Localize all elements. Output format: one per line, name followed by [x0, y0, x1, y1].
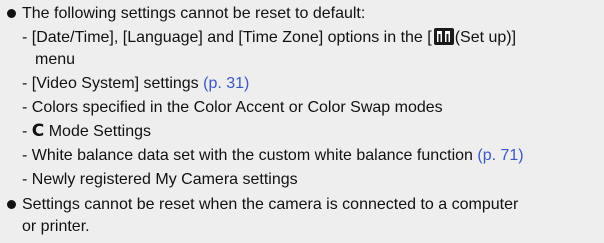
bullet-dot-icon [7, 9, 16, 18]
sub-item-white-balance: - White balance data set with the custom… [22, 145, 598, 166]
sub-item-text: - White balance data set with the custom… [22, 147, 478, 164]
sub-item-text: - [Date/Time], [Language] and [Time Zone… [22, 29, 432, 46]
page-reference-link[interactable]: (p. 31) [203, 75, 249, 92]
page-reference-link[interactable]: (p. 71) [477, 147, 523, 164]
setup-menu-icon [433, 28, 454, 45]
bullet-text-line1: Settings cannot be reset when the camera… [22, 196, 519, 213]
sub-item-continuation: menu [35, 51, 76, 68]
bullet-text-line2: or printer. [22, 218, 90, 235]
manual-page: The following settings cannot be reset t… [0, 0, 604, 243]
sub-item-text-end: (Set up)] [454, 29, 517, 46]
bullet-dot-icon [7, 200, 16, 209]
sub-item-dash: - [22, 123, 32, 140]
sub-item-text: Mode Settings [44, 123, 151, 140]
sub-item-video-system: - [Video System] settings (p. 31) [22, 73, 598, 94]
sub-item-text: - [Video System] settings [22, 75, 204, 92]
sub-item-date-time-language: - [Date/Time], [Language] and [Time Zone… [22, 27, 598, 48]
sub-item-my-camera: - Newly registered My Camera settings [22, 171, 298, 188]
bullet-intro-text: The following settings cannot be reset t… [22, 5, 366, 22]
c-mode-icon: C [31, 121, 45, 141]
sub-item-color-modes: - Colors specified in the Color Accent o… [22, 99, 443, 116]
sub-item-c-mode-settings: - C Mode Settings [22, 121, 598, 142]
